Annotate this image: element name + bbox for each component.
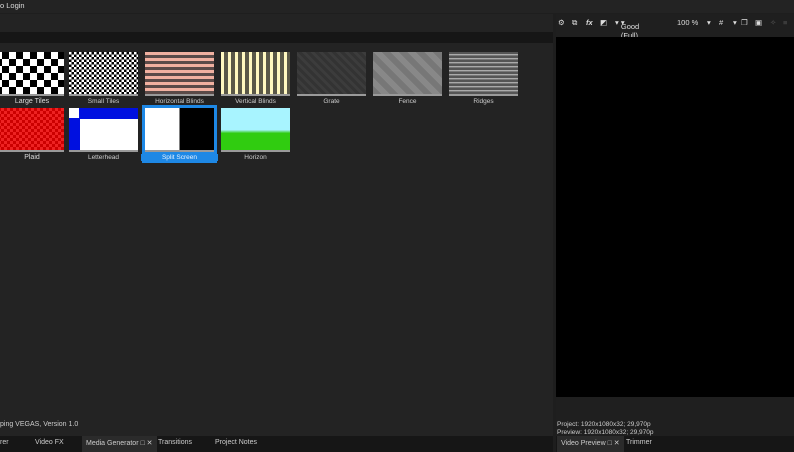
menu-bar: o Login (0, 0, 794, 13)
project-info: Project: 1920x1080x32; 29,970p (557, 421, 651, 428)
preset-label: Horizon (244, 154, 267, 161)
preset-large-tiles[interactable]: Large Tiles (0, 52, 64, 105)
thumbnail (221, 108, 290, 150)
preset-small-tiles[interactable]: Small Tiles (69, 52, 138, 105)
thumbnail (0, 108, 64, 150)
close-icon[interactable]: ✕ (614, 440, 620, 447)
external-monitor-icon[interactable]: ⧉ (572, 18, 577, 28)
tab-video-fx[interactable]: Video FX (35, 439, 64, 446)
preset-label: Large Tiles (14, 98, 50, 105)
media-generator-panel: Large Tiles Small Tiles Horizontal Blind… (0, 14, 553, 436)
preset-label: Letterhead (87, 154, 120, 161)
tab-explorer[interactable]: rer (0, 439, 9, 446)
preset-horizontal-blinds[interactable]: Horizontal Blinds (145, 52, 214, 105)
preset-label: Split Screen (141, 154, 218, 161)
preset-label: Plaid (24, 154, 40, 161)
preview-info: Project: 1920x1080x32; 29,970p Preview: … (557, 421, 654, 436)
panel-header (0, 32, 553, 43)
tab-label: Video Preview (561, 440, 606, 447)
preset-grate[interactable]: Grate (297, 52, 366, 105)
preset-label: Vertical Blinds (235, 98, 276, 105)
overlay-dropdown-icon[interactable]: ▾ (733, 18, 737, 27)
float-icon[interactable]: □ (140, 440, 144, 447)
thumbnail (69, 52, 138, 94)
thumbnail (0, 52, 64, 94)
preview-quality-dropdown[interactable]: ▾ Good (Full) ▾ (615, 18, 639, 40)
tab-label: Media Generator (86, 440, 139, 447)
preview-toolbar: ⚙ ⧉ fx ◩ ▾ Good (Full) ▾ 100 % ▾ # ▾ ❐ ▣ … (556, 14, 794, 40)
preset-label: Fence (398, 98, 417, 105)
left-dock-tabs: rer Video FX Media Generator □ ✕ Transit… (0, 436, 553, 452)
save-snapshot-icon[interactable]: ▣ (755, 18, 762, 27)
tab-transitions[interactable]: Transitions (158, 439, 192, 446)
preset-vertical-blinds[interactable]: Vertical Blinds (221, 52, 290, 105)
preset-split-screen[interactable]: Split Screen (141, 105, 218, 163)
menu-icon[interactable]: ≡ (783, 18, 787, 27)
copy-snapshot-icon[interactable]: ❐ (741, 18, 748, 27)
preset-label: Ridges (473, 98, 494, 105)
preset-letterhead[interactable]: Letterhead (69, 108, 138, 161)
thumbnail (297, 52, 366, 94)
preset-plaid[interactable]: Plaid (0, 108, 64, 161)
tab-video-preview[interactable]: Video Preview □ ✕ (557, 436, 624, 452)
fx-icon[interactable]: fx (586, 18, 593, 27)
float-icon[interactable]: □ (608, 440, 612, 447)
sync-icon[interactable]: ✧ (770, 18, 776, 27)
status-text: ping VEGAS, Version 1.0 (0, 421, 79, 428)
preset-label: Small Tiles (87, 98, 120, 105)
thumbnail (69, 108, 138, 150)
login-menu[interactable]: o Login (0, 1, 25, 10)
preset-ridges[interactable]: Ridges (449, 52, 518, 105)
thumbnail (145, 108, 214, 150)
split-screen-icon[interactable]: ◩ (600, 18, 607, 27)
zoom-level[interactable]: 100 % (677, 18, 698, 27)
thumbnail (145, 52, 214, 94)
zoom-dropdown-icon[interactable]: ▾ (707, 18, 711, 27)
tab-media-generator[interactable]: Media Generator □ ✕ (82, 436, 157, 452)
preset-horizon[interactable]: Horizon (221, 108, 290, 161)
preset-fence[interactable]: Fence (373, 52, 442, 105)
preview-info-line: Preview: 1920x1080x32; 29,970p (557, 428, 654, 436)
gear-icon[interactable]: ⚙ (558, 18, 565, 27)
preset-label: Grate (323, 98, 340, 105)
thumbnail (221, 52, 290, 94)
video-preview-panel: ⚙ ⧉ fx ◩ ▾ Good (Full) ▾ 100 % ▾ # ▾ ❐ ▣ … (556, 14, 794, 436)
tab-trimmer[interactable]: Trimmer (626, 439, 652, 446)
close-icon[interactable]: ✕ (147, 440, 153, 447)
thumbnail (449, 52, 518, 94)
tab-project-notes[interactable]: Project Notes (215, 439, 257, 446)
right-dock-tabs: Video Preview □ ✕ Trimmer (556, 436, 794, 452)
thumbnail (373, 52, 442, 94)
preset-label: Horizontal Blinds (155, 98, 204, 105)
grid-icon[interactable]: # (719, 18, 723, 27)
preview-canvas (556, 37, 794, 397)
